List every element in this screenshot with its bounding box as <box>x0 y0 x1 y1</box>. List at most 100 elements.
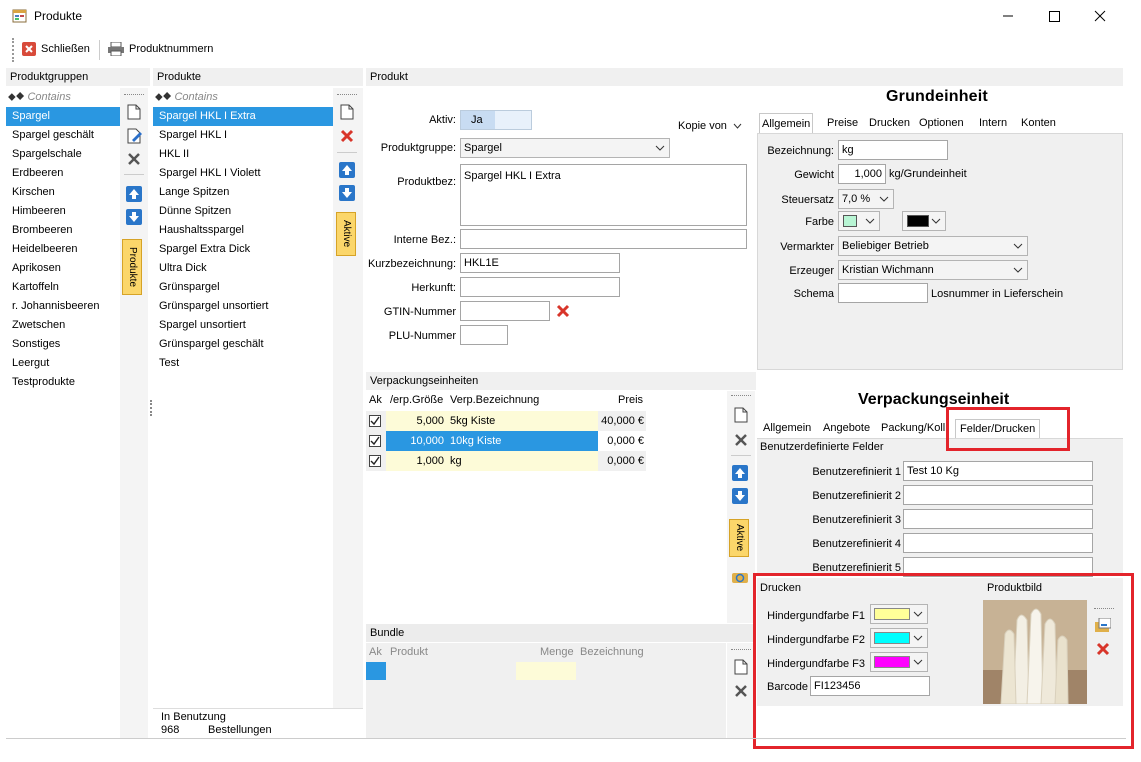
bundle-new-row[interactable] <box>366 662 386 680</box>
close-button[interactable]: Schließen <box>22 42 90 56</box>
groups-filter[interactable]: ⬥◆ Contains <box>6 88 120 107</box>
product-item[interactable]: Haushaltsspargel <box>153 221 333 240</box>
group-item[interactable]: Himbeeren <box>6 202 120 221</box>
custom-field-input[interactable] <box>903 509 1093 529</box>
product-item[interactable]: Dünne Spitzen <box>153 202 333 221</box>
tab-aktive[interactable]: Aktive <box>336 212 356 256</box>
tax-select[interactable]: 7,0 % <box>838 189 894 209</box>
edit-icon[interactable] <box>127 128 143 147</box>
group-item[interactable]: Leergut <box>6 354 120 373</box>
short-name-input[interactable]: HKL1E <box>460 253 620 273</box>
unit-name-input[interactable]: kg <box>838 140 948 160</box>
tab-verp-3[interactable]: Felder/Drucken <box>955 419 1041 438</box>
product-item[interactable]: Ultra Dick <box>153 259 333 278</box>
aktiv-toggle[interactable]: Ja <box>460 110 532 130</box>
internal-name-input[interactable] <box>460 229 747 249</box>
tab-grund-5[interactable]: Konten <box>1021 113 1056 133</box>
tab-verp-2[interactable]: Packung/Kolli <box>881 419 948 438</box>
tab-grund-2[interactable]: Drucken <box>869 113 910 133</box>
group-item[interactable]: Kirschen <box>6 183 120 202</box>
barcode-input[interactable]: FI123456 <box>810 676 930 696</box>
tab-verp-1[interactable]: Angebote <box>823 419 870 438</box>
tab-produkte[interactable]: Produkte <box>122 239 142 295</box>
table-row[interactable]: 1,000 kg 0,000 € <box>366 451 646 471</box>
delete-icon[interactable] <box>734 433 748 450</box>
group-item[interactable]: Sonstiges <box>6 335 120 354</box>
close-window-icon[interactable] <box>1090 6 1110 26</box>
erzeuger-select[interactable]: Kristian Wichmann <box>838 260 1028 280</box>
move-up-icon[interactable] <box>732 465 748 484</box>
minimize-icon[interactable] <box>998 6 1018 26</box>
load-image-icon[interactable] <box>1095 617 1112 637</box>
product-item[interactable]: Spargel HKL I Extra <box>153 107 333 126</box>
product-item[interactable]: Spargel unsortiert <box>153 316 333 335</box>
group-item[interactable]: r. Johannisbeeren <box>6 297 120 316</box>
table-row[interactable]: 10,000 10kg Kiste 0,000 € <box>366 431 646 451</box>
maximize-icon[interactable] <box>1044 6 1064 26</box>
schema-input[interactable] <box>838 283 928 303</box>
plu-input[interactable] <box>460 325 508 345</box>
bg2-select[interactable] <box>870 628 928 648</box>
product-item[interactable]: Spargel HKL I <box>153 126 333 145</box>
checkbox[interactable] <box>369 415 381 427</box>
custom-field-input[interactable] <box>903 533 1093 553</box>
group-item[interactable]: Spargel <box>6 107 120 126</box>
move-down-icon[interactable] <box>732 488 748 507</box>
product-item[interactable]: HKL II <box>153 145 333 164</box>
vermarkter-select[interactable]: Beliebiger Betrieb <box>838 236 1028 256</box>
delete-image-icon[interactable] <box>1096 642 1110 659</box>
product-item[interactable]: Lange Spitzen <box>153 183 333 202</box>
bg1-select[interactable] <box>870 604 928 624</box>
delete-icon[interactable] <box>127 152 141 169</box>
custom-field-input[interactable] <box>903 485 1093 505</box>
new-icon[interactable] <box>734 659 748 678</box>
product-numbers-button[interactable]: Produktnummern <box>108 42 213 56</box>
splitter[interactable] <box>150 400 152 416</box>
color2-select[interactable] <box>902 211 946 231</box>
product-item[interactable]: Grünspargel unsortiert <box>153 297 333 316</box>
move-up-icon[interactable] <box>339 162 355 181</box>
bundle-new-row-amount[interactable] <box>516 662 576 680</box>
table-row[interactable]: 5,000 5kg Kiste 40,000 € <box>366 411 646 431</box>
group-item[interactable]: Heidelbeeren <box>6 240 120 259</box>
product-item[interactable]: Spargel HKL I Violett <box>153 164 333 183</box>
product-item[interactable]: Grünspargel <box>153 278 333 297</box>
tab-grund-3[interactable]: Optionen <box>919 113 964 133</box>
group-item[interactable]: Spargel geschält <box>6 126 120 145</box>
bg3-select[interactable] <box>870 652 928 672</box>
tab-grund-4[interactable]: Intern <box>979 113 1007 133</box>
gtin-input[interactable] <box>460 301 550 321</box>
origin-input[interactable] <box>460 277 620 297</box>
product-item[interactable]: Spargel Extra Dick <box>153 240 333 259</box>
product-item[interactable]: Grünspargel geschält <box>153 335 333 354</box>
group-item[interactable]: Kartoffeln <box>6 278 120 297</box>
tab-grund-0[interactable]: Allgemein <box>759 113 814 133</box>
move-down-icon[interactable] <box>339 185 355 204</box>
tab-aktive-pack[interactable]: Aktive <box>729 519 749 557</box>
custom-field-input[interactable] <box>903 557 1093 577</box>
group-item[interactable]: Brombeeren <box>6 221 120 240</box>
sync-icon[interactable] <box>732 571 748 588</box>
color-select[interactable] <box>838 211 880 231</box>
new-icon[interactable] <box>340 104 354 123</box>
products-filter[interactable]: ⬥◆ Contains <box>153 88 333 107</box>
move-up-icon[interactable] <box>126 186 142 205</box>
delete-icon[interactable] <box>340 129 354 146</box>
move-down-icon[interactable] <box>126 209 142 228</box>
weight-input[interactable]: 1,000 <box>838 164 886 184</box>
tab-grund-1[interactable]: Preise <box>827 113 858 133</box>
checkbox[interactable] <box>369 435 381 447</box>
custom-field-input[interactable]: Test 10 Kg <box>903 461 1093 481</box>
group-item[interactable]: Zwetschen <box>6 316 120 335</box>
group-item[interactable]: Spargelschale <box>6 145 120 164</box>
tab-verp-0[interactable]: Allgemein <box>763 419 811 438</box>
delete-icon[interactable] <box>734 684 748 701</box>
group-item[interactable]: Erdbeeren <box>6 164 120 183</box>
new-icon[interactable] <box>127 104 141 123</box>
copy-from-dropdown[interactable]: Kopie von <box>678 120 742 132</box>
clear-gtin-icon[interactable] <box>556 304 570 321</box>
group-item[interactable]: Aprikosen <box>6 259 120 278</box>
group-item[interactable]: Testprodukte <box>6 373 120 392</box>
product-name-textarea[interactable]: Spargel HKL I Extra <box>460 164 747 226</box>
product-group-select[interactable]: Spargel <box>460 138 670 158</box>
